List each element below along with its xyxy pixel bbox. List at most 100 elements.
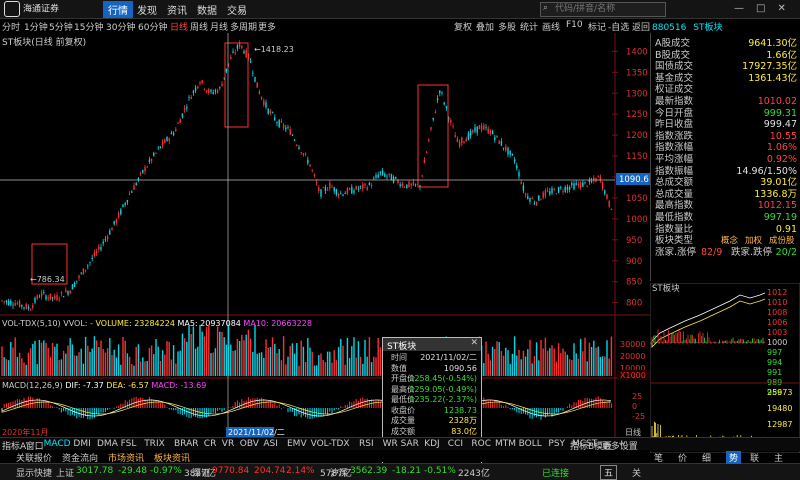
indicator-tab[interactable]: TRIX (144, 439, 165, 449)
ime-indicator[interactable]: 五 (600, 465, 618, 480)
indicator-tab[interactable]: EMV (287, 439, 307, 449)
info-value: 17927.35亿 (742, 61, 797, 73)
candle-body (348, 188, 351, 190)
indicator-tab[interactable]: BOLL (519, 439, 542, 449)
volume-bar (274, 343, 276, 376)
tool-0[interactable]: 复权 (454, 20, 472, 33)
candle-body (216, 90, 219, 94)
tool-4[interactable]: 画线 (542, 20, 560, 33)
indicator-tab[interactable]: CCI (448, 439, 463, 449)
tool-7[interactable]: -自选 (608, 20, 629, 33)
tool-8[interactable]: 返回 (632, 20, 650, 33)
volume-bar (192, 326, 195, 376)
indicator-tab[interactable]: WR (383, 439, 398, 449)
period-0[interactable]: 分时 (2, 20, 20, 33)
indicator-tab[interactable]: FSL (121, 439, 137, 449)
volume-bar (60, 359, 63, 376)
period-3[interactable]: 15分钟 (74, 20, 103, 33)
period-8[interactable]: 月线 (210, 20, 228, 33)
indicator-tab[interactable]: OBV (240, 439, 259, 449)
indicator-tab[interactable]: CR (204, 439, 217, 449)
panel-tab-2[interactable]: 细 (702, 451, 711, 464)
close-icon[interactable]: ✕ (470, 338, 478, 348)
tool-6[interactable]: 标记 (588, 20, 606, 33)
period-10[interactable]: 更多 (258, 20, 276, 33)
maximize-icon[interactable]: □ (756, 3, 765, 14)
panel-tab-0[interactable]: 笔 (654, 451, 663, 464)
candle-body (456, 138, 459, 143)
shortcut-toggle[interactable]: 显示快捷 (16, 466, 52, 479)
indicator-tab[interactable]: ASI (263, 439, 278, 449)
candle-body (14, 303, 16, 306)
indicator-tab[interactable]: DMA (97, 439, 118, 449)
minimize-icon[interactable]: — (734, 3, 744, 14)
intraday-mini-chart[interactable]: ST板块 101210101008100610031000997994991989… (650, 283, 800, 453)
candle-body (524, 193, 527, 195)
volume-bar (27, 352, 30, 376)
period-7[interactable]: 周线 (190, 20, 208, 33)
indicator-tab[interactable]: ROC (471, 439, 491, 449)
menu-1[interactable]: 发现 (137, 2, 157, 17)
info-key: 板块类型 (655, 235, 694, 247)
board-type-link[interactable]: 概念 (721, 235, 738, 247)
tool-1[interactable]: 叠加 (476, 20, 494, 33)
index-name[interactable]: 上证 (56, 466, 74, 479)
indicator-tab[interactable]: PSY (548, 439, 565, 449)
vol-unit: X1000 (620, 371, 646, 380)
panel-tab-4[interactable]: 联 (750, 451, 759, 464)
period-6[interactable]: 日线 (170, 20, 188, 33)
volume-bar (340, 338, 342, 376)
panel-tab-3[interactable]: 势 (726, 451, 742, 464)
candle-body (406, 184, 408, 189)
volume-bar (529, 339, 531, 376)
volume-bar (304, 361, 307, 376)
indicator-tab[interactable]: MTM (495, 439, 516, 449)
candle-body (474, 127, 476, 132)
menu-0[interactable]: 行情 (103, 1, 133, 18)
kline-chart[interactable]: 1400135013001250120011501100105010009509… (0, 33, 650, 437)
ime-extra[interactable]: 关 (632, 466, 641, 479)
index-name[interactable]: 深证 (192, 466, 210, 479)
indicator-tab[interactable]: KDJ (424, 439, 440, 449)
info-value: 1.66亿 (766, 49, 797, 61)
volume-bar (322, 360, 324, 376)
period-1[interactable]: 1分钟 (24, 20, 48, 33)
period-4[interactable]: 30分钟 (106, 20, 135, 33)
period-2[interactable]: 5分钟 (49, 20, 73, 33)
volume-bar (571, 359, 573, 376)
tool-3[interactable]: 统计 (520, 20, 538, 33)
board-type-link[interactable]: 加权 (745, 235, 762, 247)
volume-bar (150, 345, 153, 376)
search-input[interactable]: 代码/拼音/名称 (540, 2, 666, 17)
indicator-tab[interactable]: SAR (401, 439, 419, 449)
period-9[interactable]: 多周期 (230, 20, 257, 33)
chart-title: ST板块(日线 前复权) (2, 38, 87, 48)
menu-4[interactable]: 交易 (227, 2, 247, 17)
index-name[interactable]: 沪深 (330, 466, 348, 479)
indicator-tab[interactable]: DMI (73, 439, 90, 449)
index-pct: 2.14% (286, 466, 315, 476)
period-5[interactable]: 60分钟 (138, 20, 167, 33)
panel-tab-1[interactable]: 价 (678, 451, 687, 464)
close-icon[interactable]: ✕ (777, 3, 785, 14)
side-tab[interactable]: + (618, 439, 626, 449)
volume-bar (597, 346, 599, 376)
board-type-link[interactable]: 成份股 (769, 235, 795, 247)
volume-bar (7, 360, 10, 376)
tool-2[interactable]: 多股 (498, 20, 516, 33)
candle-body (29, 309, 32, 311)
indicator-tab[interactable]: VOL-TDX (311, 439, 350, 449)
candle-body (575, 182, 577, 185)
indicator-tab[interactable]: BRAR (174, 439, 198, 449)
tool-5[interactable]: F10 (566, 20, 583, 30)
indicator-tab[interactable]: MACD (44, 439, 71, 449)
candle-body (212, 92, 214, 94)
menu-2[interactable]: 资讯 (167, 2, 187, 17)
candle-body (599, 177, 602, 182)
candle-body (146, 166, 148, 168)
menu-3[interactable]: 数据 (197, 2, 217, 17)
volume-bar (265, 339, 267, 376)
indicator-tab[interactable]: VR (222, 439, 234, 449)
indicator-tab[interactable]: RSI (359, 439, 374, 449)
panel-tab-5[interactable]: 主 (774, 451, 783, 464)
